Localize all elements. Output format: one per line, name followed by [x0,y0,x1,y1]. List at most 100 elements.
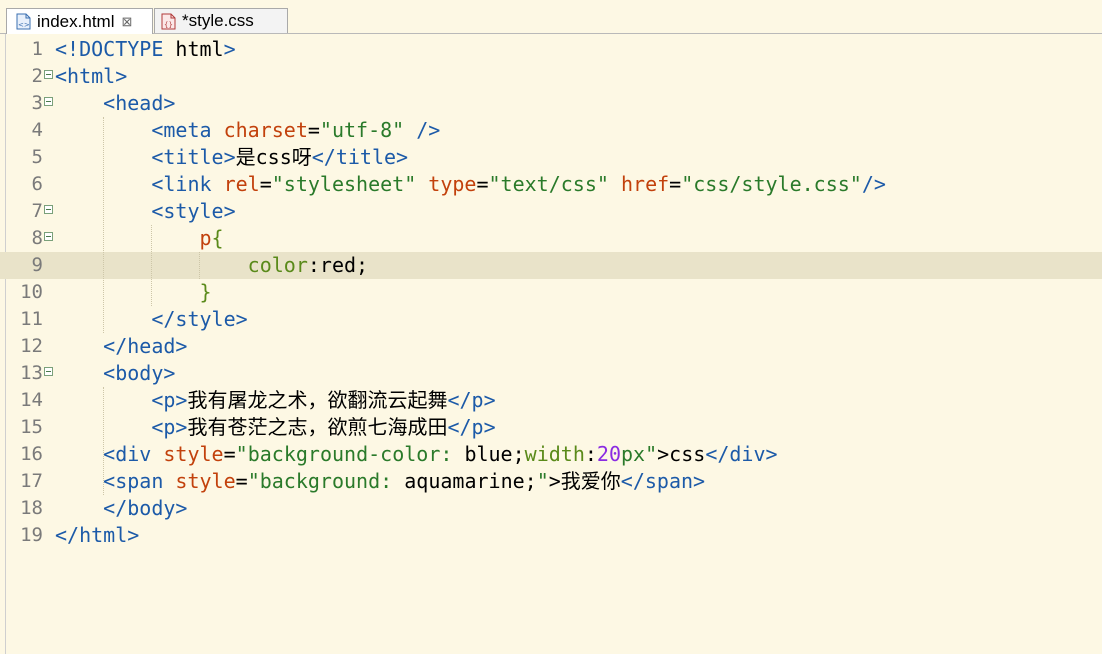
code-line[interactable]: 13 <body> [0,360,1102,387]
code-token: = [259,172,272,196]
code-line[interactable]: 17 <span style="background: aquamarine;"… [0,468,1102,495]
indent-guide [103,387,104,495]
html-file-icon: <> [16,13,31,30]
code-text: <p>我有屠龙之术，欲翻流云起舞</p> [55,387,496,414]
code-text: <style> [55,198,236,225]
tab-index-html[interactable]: <> index.html ⊠ [6,8,153,34]
code-token: /> [861,172,886,196]
code-token: = [235,469,248,493]
code-line[interactable]: 1 <!DOCTYPE html> [0,36,1102,63]
line-number: 13 [20,362,43,384]
code-token: </style> [151,307,248,331]
code-line[interactable]: 2 <html> [0,63,1102,90]
line-number: 10 [20,281,43,303]
code-token: <link [151,172,224,196]
code-line[interactable]: 16 <div style="background-color: blue;wi… [0,441,1102,468]
close-tab-icon[interactable]: ⊠ [121,14,132,30]
indent-guide [199,252,200,279]
code-line[interactable]: 8 p{ [0,225,1102,252]
code-line[interactable]: 18 </body> [0,495,1102,522]
code-line[interactable]: 6 <link rel="stylesheet" type="text/css"… [0,171,1102,198]
code-token: > [548,469,561,493]
code-line[interactable]: 10 } [0,279,1102,306]
code-token: = [223,442,236,466]
line-number: 12 [20,335,43,357]
code-token: </head> [103,334,188,358]
code-token: /> [416,118,441,142]
code-line[interactable]: 15 <p>我有苍茫之志，欲煎七海成田</p> [0,414,1102,441]
code-line[interactable]: 14 <p>我有屠龙之术，欲翻流云起舞</p> [0,387,1102,414]
code-token: href [620,172,670,196]
tab-label: *style.css [182,11,254,30]
code-token: > [223,37,236,61]
code-token: </span> [620,469,706,493]
code-token: "background: [247,469,405,493]
code-line[interactable]: 7 <style> [0,198,1102,225]
code-token: <div [103,442,164,466]
code-text: <span style="background: aquamarine;">我爱… [55,468,705,495]
code-line[interactable]: 4 <meta charset="utf-8" /> [0,117,1102,144]
line-number: 19 [20,524,43,546]
code-text: <html> [55,63,127,90]
line-number: 3 [31,92,43,114]
code-line[interactable]: 9 color:red; [0,252,1102,279]
fold-toggle-icon[interactable] [44,70,53,79]
code-line[interactable]: 5 <title>是css呀</title> [0,144,1102,171]
code-token: </body> [103,496,188,520]
code-token: style [163,442,224,466]
line-number: 16 [20,443,43,465]
fold-toggle-icon[interactable] [44,205,53,214]
code-token: px" [621,442,658,466]
svg-text:{}: {} [164,21,173,29]
fold-toggle-icon[interactable] [44,367,53,376]
code-token: blue; [464,442,525,466]
code-token: </p> [447,388,496,412]
code-token: <!DOCTYPE [55,37,176,61]
code-token: p [199,226,212,250]
code-editor[interactable]: 1 <!DOCTYPE html> 2 <html> 3 <head> 4 <meta c… [0,34,1102,654]
code-token: rel [223,172,260,196]
svg-text:<>: <> [18,21,30,29]
code-token: html [175,37,224,61]
fold-toggle-icon[interactable] [44,97,53,106]
code-line[interactable]: 3 <head> [0,90,1102,117]
code-line[interactable]: 19 </html> [0,522,1102,549]
fold-toggle-icon[interactable] [44,232,53,241]
code-token: </html> [55,523,140,547]
tab-style-css[interactable]: {} *style.css [154,8,288,33]
code-token: 20 [596,442,622,466]
code-line[interactable]: 11 </style> [0,306,1102,333]
code-token: 呀 [291,145,312,169]
code-token: <body> [103,361,176,385]
line-number: 8 [31,227,43,249]
line-number: 5 [31,146,43,168]
code-token: <p> [151,388,188,412]
code-token: <p> [151,415,188,439]
code-line[interactable]: 12 </head> [0,333,1102,360]
line-number: 7 [31,200,43,222]
code-token: type [428,172,477,196]
code-token: <style> [151,199,236,223]
code-token: <meta [151,118,224,142]
code-token: width [524,442,585,466]
line-number: 18 [20,497,43,519]
line-number: 9 [31,254,43,276]
code-token: </div> [705,442,778,466]
indent-guide [103,117,104,333]
indent-guide [151,225,152,306]
code-token: charset [223,118,308,142]
code-token: <head> [103,91,176,115]
code-text: <meta charset="utf-8" /> [55,117,440,144]
code-text: <link rel="stylesheet" type="text/css" h… [55,171,886,198]
code-token: 我有苍茫之志，欲煎七海成田 [187,415,448,439]
code-text: </body> [55,495,187,522]
code-token: 我有屠龙之术，欲翻流云起舞 [187,388,448,412]
code-token: "background-color: [235,442,465,466]
code-text: <head> [55,90,175,117]
